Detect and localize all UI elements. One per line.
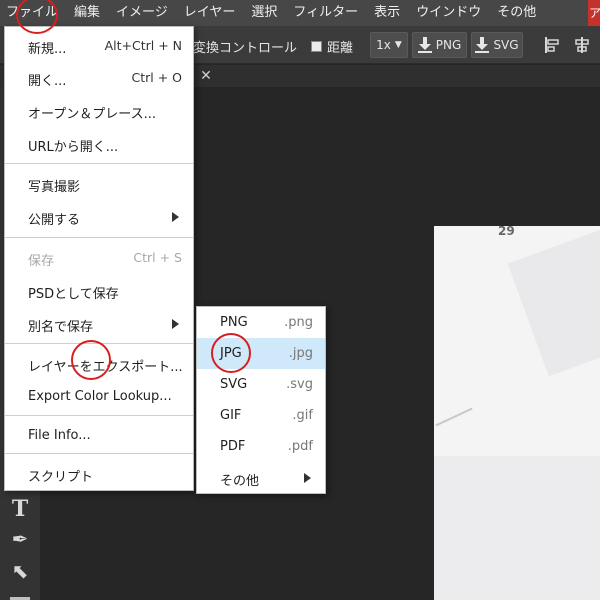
menu-item-open[interactable]: 開く... Ctrl + O (5, 61, 193, 93)
menu-window[interactable]: ウインドウ (408, 0, 489, 26)
pen-tool-icon[interactable]: ✒ (8, 527, 32, 551)
export-svg-label: SVG (493, 38, 519, 52)
transform-controls-label[interactable]: 変換コントロール (193, 37, 297, 56)
format-label: GIF (220, 408, 242, 423)
format-label: PNG (220, 315, 248, 330)
download-icon (475, 37, 490, 53)
menu-view[interactable]: 表示 (366, 0, 408, 26)
path-select-tool-icon[interactable]: ⬉ (8, 559, 32, 583)
format-extension: .gif (292, 408, 313, 423)
close-tab-icon[interactable]: ✕ (196, 65, 216, 87)
menu-more[interactable]: その他 (489, 0, 544, 26)
menu-item-label: URLから開く... (28, 140, 119, 155)
format-label: PDF (220, 439, 246, 454)
menu-item-scripts[interactable]: スクリプト (5, 457, 193, 489)
menu-item-open-url[interactable]: URLから開く... (5, 127, 193, 159)
format-extension: .pdf (287, 439, 313, 454)
menu-item-shortcut: Alt+Ctrl + N (104, 38, 182, 53)
save-as-submenu: PNG .png JPG .jpg SVG .svg GIF .gif PDF … (196, 306, 326, 494)
menu-layer[interactable]: レイヤー (176, 0, 244, 26)
menu-item-save: 保存 Ctrl + S (5, 241, 193, 273)
menu-item-take-photo[interactable]: 写真撮影 (5, 167, 193, 199)
menu-item-label: PSDとして保存 (28, 287, 119, 302)
menu-item-label: 保存 (28, 254, 55, 269)
menu-item-export-color-lookup[interactable]: Export Color Lookup... (5, 380, 193, 412)
menu-item-save-as-psd[interactable]: PSDとして保存 (5, 274, 193, 306)
type-tool-icon[interactable]: T (8, 497, 32, 521)
canvas-shape (507, 226, 600, 377)
menu-divider (5, 415, 193, 416)
menu-item-publish[interactable]: 公開する (5, 200, 193, 232)
submenu-arrow-icon (172, 319, 179, 329)
canvas-text: 29 (498, 226, 515, 238)
menu-item-label: スクリプト (28, 470, 94, 485)
chevron-down-icon: ▼ (394, 40, 402, 50)
download-icon (417, 37, 432, 53)
save-as-svg[interactable]: SVG .svg (197, 369, 325, 400)
canvas-line (435, 407, 473, 427)
menu-item-label: 公開する (28, 213, 81, 228)
menu-item-export-layers[interactable]: レイヤーをエクスポート... (5, 347, 193, 379)
menu-item-label: レイヤーをエクスポート... (28, 360, 183, 375)
menu-item-label: 別名で保存 (28, 320, 94, 335)
menu-bar: ファイル 編集 イメージ レイヤー 選択 フィルター 表示 ウインドウ その他 … (0, 0, 600, 26)
menu-item-open-and-place[interactable]: オープン＆プレース... (5, 94, 193, 126)
export-png-label: PNG (435, 38, 462, 52)
export-png-button[interactable]: PNG (412, 32, 467, 58)
distance-label: 距離 (327, 41, 354, 56)
menu-filter[interactable]: フィルター (285, 0, 366, 26)
save-as-pdf[interactable]: PDF .pdf (197, 431, 325, 462)
format-label: その他 (220, 474, 260, 489)
menu-divider (5, 453, 193, 454)
file-menu: 新規... Alt+Ctrl + N 開く... Ctrl + O オープン＆プ… (4, 26, 194, 491)
save-as-more[interactable]: その他 (197, 462, 325, 493)
format-label: SVG (220, 377, 248, 392)
save-as-gif[interactable]: GIF .gif (197, 400, 325, 431)
format-label: JPG (220, 346, 242, 361)
align-center-icon[interactable] (573, 36, 591, 54)
scale-dropdown[interactable]: 1x ▼ (370, 32, 408, 58)
export-svg-button[interactable]: SVG (471, 32, 523, 58)
menu-item-new[interactable]: 新規... Alt+Ctrl + N (5, 29, 193, 61)
menu-item-shortcut: Ctrl + S (133, 250, 182, 265)
menu-item-shortcut: Ctrl + O (131, 70, 182, 85)
menu-item-file-info[interactable]: File Info... (5, 419, 193, 451)
canvas-shape (434, 456, 600, 600)
format-extension: .svg (286, 377, 313, 392)
save-as-png[interactable]: PNG .png (197, 307, 325, 338)
menu-file[interactable]: ファイル (0, 0, 66, 26)
distance-checkbox[interactable] (311, 41, 322, 52)
menu-divider (5, 163, 193, 164)
scale-value: 1x (376, 38, 391, 52)
menu-image[interactable]: イメージ (108, 0, 176, 26)
menu-select[interactable]: 選択 (243, 0, 285, 26)
menu-item-label: File Info... (28, 428, 91, 443)
menu-divider (5, 237, 193, 238)
menu-item-label: 写真撮影 (28, 180, 81, 195)
format-extension: .jpg (288, 346, 313, 361)
align-left-icon[interactable] (543, 36, 561, 54)
submenu-arrow-icon (304, 473, 311, 483)
menu-item-label: 開く... (28, 74, 67, 89)
submenu-arrow-icon (172, 212, 179, 222)
menu-edit[interactable]: 編集 (66, 0, 108, 26)
menu-item-label: Export Color Lookup... (28, 389, 172, 404)
account-button[interactable]: ア (588, 0, 600, 26)
menu-item-label: オープン＆プレース... (28, 107, 156, 122)
format-extension: .png (284, 315, 313, 330)
canvas-document[interactable]: 29 (434, 226, 600, 600)
menu-item-save-as[interactable]: 別名で保存 (5, 307, 193, 339)
menu-divider (5, 343, 193, 344)
menu-item-label: 新規... (28, 42, 67, 57)
save-as-jpg[interactable]: JPG .jpg (197, 338, 325, 369)
